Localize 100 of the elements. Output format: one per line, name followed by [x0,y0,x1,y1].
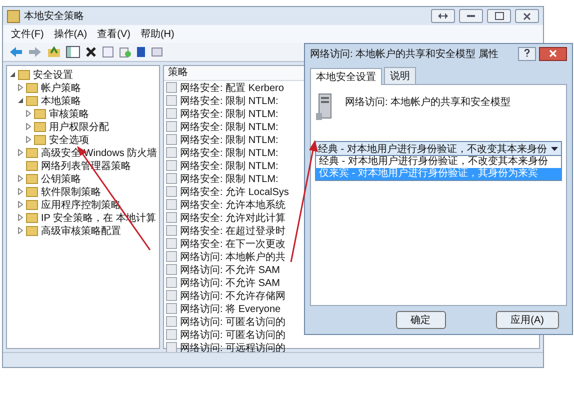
tree-item[interactable]: 公钥策略 [41,172,81,186]
dialog-title: 网络访问: 本地帐户的共享和安全模型 属性 [310,48,498,61]
caret-icon [551,146,558,150]
apply-button[interactable]: 应用(A) [496,311,559,329]
dropdown[interactable]: 经典 - 对本地用户进行身份验证，不改变其本来身份 [315,141,562,156]
folder-icon [34,134,46,144]
maximize-button[interactable] [487,9,511,23]
close-icon [549,50,557,57]
tree-item[interactable]: 本地策略 [41,94,81,108]
policy-icon [166,134,177,145]
folder-icon [34,122,46,132]
policy-icon [166,212,177,223]
expand-arrow-icon[interactable] [17,201,24,208]
policy-item[interactable]: 网络访问: 可匿名访问的 [180,328,286,342]
folder-icon [26,226,38,236]
policy-icon [166,147,177,158]
close-button[interactable] [515,9,539,23]
menu-item[interactable]: 操作(A) [54,27,88,41]
policy-item[interactable]: 网络安全: 限制 NTLM: [180,146,278,160]
policy-item[interactable]: 网络访问: 不允许存储网 [180,288,286,302]
tab[interactable]: 本地安全设置 [310,68,382,85]
swap-button[interactable] [431,9,455,23]
policy-item[interactable]: 网络安全: 限制 NTLM: [180,120,278,134]
policy-icon [166,82,177,93]
folder-icon [26,174,38,184]
policy-item[interactable]: 网络安全: 允许 LocalSys [180,184,289,198]
policy-item[interactable]: 网络安全: 配置 Kerbero [180,80,284,94]
tree-pane-icon[interactable] [66,46,80,58]
expand-arrow-icon[interactable] [25,123,32,130]
forward-icon[interactable] [28,46,42,58]
tree-item[interactable]: 安全设置 [33,68,73,82]
app-icon [7,10,20,22]
expand-arrow-icon[interactable] [17,227,24,234]
close-button[interactable] [539,47,567,61]
collapse-arrow-icon[interactable] [9,71,16,78]
menu-item[interactable]: 查看(V) [97,27,130,41]
policy-item[interactable]: 网络访问: 将 Everyone [180,302,281,316]
policy-item[interactable]: 网络访问: 不允许 SAM [180,262,280,276]
tree-item[interactable]: 高级审核策略配置 [41,224,121,238]
folder-icon [26,82,38,92]
folder-icon [26,160,38,170]
tree-item[interactable]: 帐户策略 [41,80,81,94]
policy-icon [166,186,177,197]
tree-item[interactable]: 软件限制策略 [41,184,101,198]
tree-item[interactable]: 用户权限分配 [49,120,109,134]
expand-arrow-icon[interactable] [25,136,32,143]
window-title: 本地安全策略 [24,10,84,23]
question-mark-icon [524,49,530,57]
policy-icon [166,199,177,210]
policy-icon [166,121,177,132]
policy-icon [166,303,177,314]
menu-item[interactable]: 帮助(H) [140,27,174,41]
policy-icon [166,160,177,171]
folder-icon [26,212,38,222]
folder-icon [34,108,46,118]
help-button[interactable] [518,47,536,61]
policy-item[interactable]: 网络访问: 可匿名访问的 [180,314,286,328]
menu-item[interactable]: 文件(F) [11,27,44,41]
expand-arrow-icon[interactable] [17,84,24,91]
policy-item[interactable]: 网络安全: 限制 NTLM: [180,94,278,108]
policy-item[interactable]: 网络访问: 不允许 SAM [180,276,280,290]
double-arrow-icon [438,13,448,19]
policy-item[interactable]: 网络安全: 限制 NTLM: [180,172,278,186]
ok-button[interactable]: 确定 [396,311,446,329]
policy-icon [166,264,177,275]
export-icon[interactable] [119,46,131,58]
policy-item[interactable]: 网络访问: 本地帐户的共 [180,250,286,264]
policy-icon [166,238,177,249]
tree-item[interactable]: 安全选项 [49,132,89,146]
policy-item[interactable]: 网络安全: 在下一次更改 [180,236,286,250]
policy-icon [166,225,177,236]
expand-arrow-icon[interactable] [17,175,24,182]
policy-icon [166,251,177,262]
dropdown-option[interactable]: 经典 - 对本地用户进行身份验证，不改变其本来身份 [316,156,561,168]
close-icon [523,12,531,20]
policy-icon [166,108,177,119]
expand-arrow-icon[interactable] [17,214,24,221]
expand-arrow-icon[interactable] [17,188,24,195]
policy-icon [166,173,177,184]
folder-up-icon[interactable] [47,46,61,58]
policy-item[interactable]: 网络安全: 限制 NTLM: [180,158,278,172]
policy-item[interactable]: 网络安全: 限制 NTLM: [180,132,278,146]
policy-item[interactable]: 网络访问: 可远程访问的 [180,340,286,354]
policy-icon [166,95,177,106]
minimize-button[interactable] [459,9,483,23]
back-icon[interactable] [9,46,23,58]
expand-arrow-icon[interactable] [17,149,24,156]
expand-arrow-icon[interactable] [25,110,32,117]
delete-icon[interactable] [85,46,97,58]
tree-item[interactable]: 审核策略 [49,106,89,120]
collapse-arrow-icon[interactable] [17,97,24,104]
policy-item[interactable]: 网络安全: 在超过登录时 [180,224,286,238]
policy-item[interactable]: 网络安全: 允许本地系统 [180,198,286,212]
folder-icon [26,96,38,106]
policy-name: 网络访问: 本地帐户的共享和安全模型 [345,96,511,109]
policy-item[interactable]: 网络安全: 限制 NTLM: [180,106,278,120]
policy-item[interactable]: 网络安全: 允许对此计算 [180,210,286,224]
tab[interactable]: 说明 [384,67,416,84]
folder-icon [26,200,38,210]
policy-icon [166,316,177,327]
